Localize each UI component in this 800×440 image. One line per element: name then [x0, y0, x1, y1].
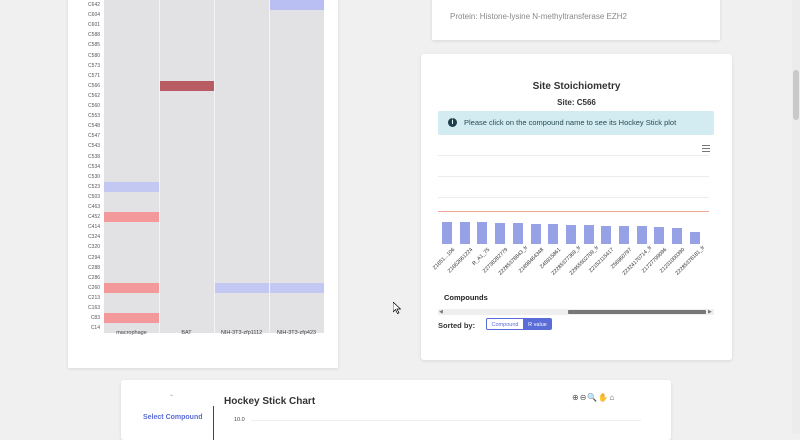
gridline [438, 197, 709, 198]
chart-bar[interactable] [512, 223, 523, 244]
site-title: Site Stoichiometry [532, 81, 621, 92]
heatmap-row-label: C585 [88, 42, 100, 49]
chart-bar[interactable] [442, 222, 452, 244]
heatmap-cell[interactable] [269, 282, 324, 293]
heatmap-row-label: C573 [88, 62, 100, 69]
heatmap-row-label: C260 [88, 284, 100, 291]
hockey-stick-card: ⌃ Hockey Stick Chart Select Compound ⊕⊖🔍… [121, 380, 671, 440]
heatmap-row-label: C547 [88, 133, 100, 140]
chart-bar[interactable] [495, 222, 506, 244]
heatmap-row-label: C604 [88, 12, 100, 19]
chart-bar[interactable] [689, 231, 700, 244]
chart-bar[interactable] [459, 222, 470, 244]
heatmap-row-label: C14 [90, 325, 100, 332]
heatmap-row-label: C503 [88, 193, 100, 200]
heatmap-row-label: C588 [88, 32, 100, 39]
heatmap-column-label: BAT [181, 330, 192, 336]
chart-bar[interactable] [654, 226, 665, 244]
heatmap-column-separator [159, 0, 160, 334]
heatmap-row-label: C538 [88, 153, 100, 160]
sort-compound-button[interactable]: Compound [486, 318, 524, 330]
mouse-cursor-icon [393, 302, 401, 314]
heatmap-row-label: C286 [88, 274, 100, 281]
chart-menu-icon[interactable] [702, 145, 710, 154]
heatmap-row-label: C548 [88, 123, 100, 130]
gridline [251, 420, 641, 421]
chart-scroll-thumb[interactable] [568, 310, 706, 314]
heatmap-row-label: C83 [90, 315, 100, 322]
heatmap-row-label: C288 [88, 264, 100, 271]
heatmap-row-label: C320 [88, 244, 100, 251]
site-subtitle: Site: C566 [557, 98, 596, 107]
compounds-title: Compounds [444, 293, 488, 302]
heatmap-row-label: C601 [88, 22, 100, 29]
heatmap-cell[interactable] [159, 80, 214, 91]
heatmap-row-label: C543 [88, 143, 100, 150]
heatmap-column-separator [269, 0, 270, 334]
heatmap-row-label: C523 [88, 183, 100, 190]
collapse-caret-icon[interactable]: ⌃ [169, 394, 174, 401]
heatmap-row-label: C530 [88, 173, 100, 180]
chart-bar[interactable] [548, 224, 559, 244]
chart-bar[interactable] [619, 225, 629, 244]
heatmap-column-separator [214, 0, 215, 334]
page-scrollbar[interactable] [792, 0, 800, 434]
heatmap-row-label: C571 [88, 72, 100, 79]
heatmap-cell[interactable] [269, 0, 324, 11]
chart-bar[interactable] [530, 223, 541, 244]
heatmap-row-label: C163 [88, 305, 100, 311]
heatmap-cell[interactable] [104, 282, 159, 293]
info-text: Please click on the compound name to see… [464, 118, 677, 127]
heatmap-cell[interactable] [104, 181, 159, 192]
heatmap-row-label: C534 [88, 163, 100, 170]
heatmap-cell[interactable] [214, 282, 269, 293]
heatmap-row-label: C562 [88, 92, 100, 99]
gridline [438, 155, 709, 156]
scroll-right-icon[interactable]: ▶ [708, 309, 712, 315]
heatmap-column-label: NIH-3T3-zfp1112 [220, 330, 263, 336]
heatmap-row-label: C324 [88, 234, 100, 241]
heatmap-card: C642 C604 C601 C588 C585 C580 C573 C571 C566 C562… [68, 0, 338, 368]
select-compound-link[interactable]: Select Compound [143, 414, 203, 421]
heatmap-row-label: C560 [88, 103, 100, 109]
chart-bar[interactable] [601, 225, 612, 244]
heatmap-row-label: C414 [88, 224, 100, 231]
y-tick-label: 10.0 [234, 417, 245, 423]
gridline [438, 176, 709, 177]
heatmap-row-label: C566 [88, 82, 100, 89]
chart-bar[interactable] [477, 222, 488, 244]
chart-bar[interactable] [565, 224, 576, 244]
heatmap-row-label: C553 [88, 113, 100, 120]
heatmap-row-label: C294 [88, 254, 100, 261]
chart-bar[interactable] [636, 226, 647, 244]
scroll-left-icon[interactable]: ◀ [439, 309, 443, 315]
chart-bar[interactable] [672, 227, 683, 244]
heatmap-cell[interactable] [104, 212, 159, 223]
sorted-by-label: Sorted by: [438, 321, 476, 330]
heatmap-column-label: NIH-3T3-zfp423 [276, 330, 317, 336]
page-scroll-thumb[interactable] [793, 70, 799, 120]
chart-bar[interactable] [583, 225, 594, 244]
protein-card: Protein: Histone-lysine N-methyltransfer… [432, 0, 720, 40]
sort-rvalue-button[interactable]: R value [523, 318, 552, 330]
heatmap-row-label: C213 [88, 294, 100, 301]
protein-name: Protein: Histone-lysine N-methyltransfer… [450, 12, 627, 21]
reference-line [438, 211, 709, 212]
chart-toolbar[interactable]: ⊕⊖🔍✋⌂ [572, 393, 615, 402]
hockey-title: Hockey Stick Chart [224, 396, 316, 407]
heatmap-cell[interactable] [104, 313, 159, 324]
heatmap-row-label: C580 [88, 52, 100, 59]
site-stoichiometry-card: Site Stoichiometry Site: C566 i Please c… [421, 54, 732, 360]
divider [213, 406, 214, 440]
info-alert: i Please click on the compound name to s… [438, 111, 714, 135]
heatmap-column-label: macrophage [116, 330, 147, 336]
heatmap-row-label: C642 [88, 2, 100, 8]
heatmap-row-label: C452 [88, 214, 100, 221]
heatmap-row-label: C463 [88, 204, 100, 210]
info-icon: i [448, 118, 457, 127]
